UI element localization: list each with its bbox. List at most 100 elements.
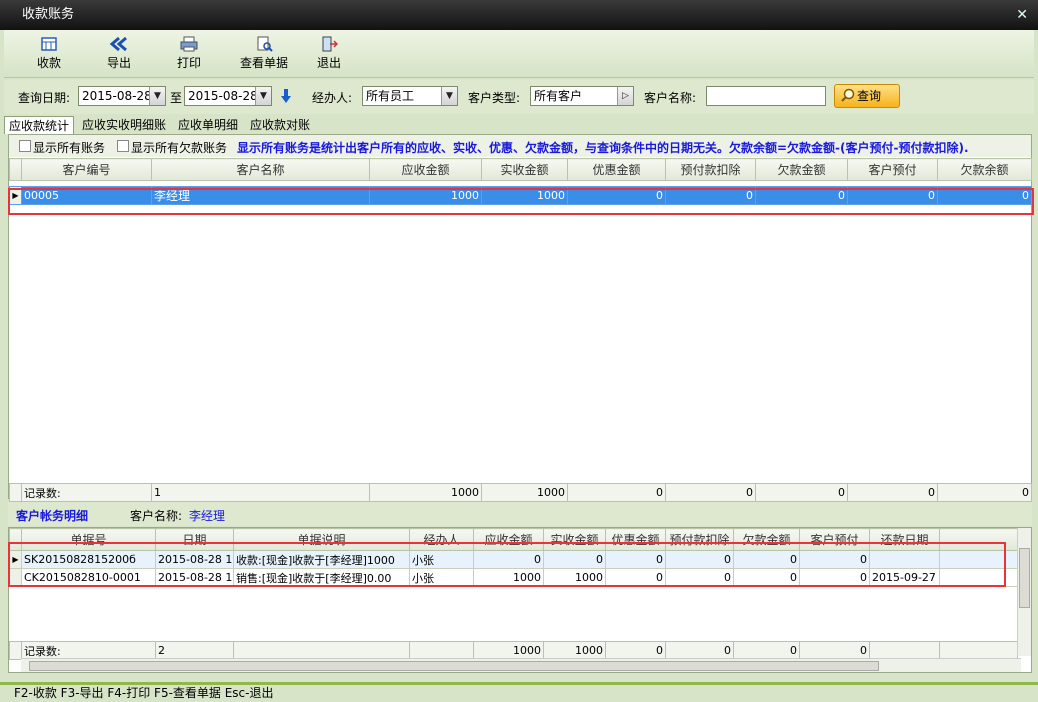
table-row[interactable]: CK2015082810-0001 2015-08-28 15 销售:[现金]收… — [9, 568, 1018, 587]
handler-select[interactable]: 所有员工 ▼ — [362, 86, 458, 106]
cell-doc-no[interactable]: SK2015082815200б — [21, 550, 156, 569]
collect-button[interactable]: 收款 — [24, 34, 74, 74]
main-window: 收款账务 ✕ 收款 导出 打印 查看单据 退出 查询日期: 2015-08-28 — [0, 0, 1038, 702]
customer-name-input[interactable] — [706, 86, 826, 106]
column-header[interactable]: 单据说明 — [233, 528, 410, 551]
cell-discount[interactable]: 0 — [605, 568, 666, 587]
column-header[interactable]: 应收金额 — [473, 528, 544, 551]
scroll-thumb[interactable] — [29, 661, 879, 671]
footer-cell — [233, 641, 410, 660]
cell-prepay-deduct[interactable]: 0 — [665, 186, 756, 205]
column-header[interactable]: 单据号 — [21, 528, 156, 551]
detail-table: 单据号 日期 单据说明 经办人 应收金额 实收金额 优惠金额 预付款扣除 欠款金… — [9, 528, 1018, 587]
cell-customer-name[interactable]: 李经理 — [151, 186, 370, 205]
cell-date[interactable]: 2015-08-28 15 — [155, 550, 234, 569]
cell-description[interactable]: 收款:[现金]收款于[李经理]1000 — [233, 550, 410, 569]
view-document-button[interactable]: 查看单据 — [234, 34, 294, 74]
cell-repay-date[interactable] — [869, 550, 940, 569]
cell-discount[interactable]: 0 — [605, 550, 666, 569]
cell-receivable[interactable]: 1000 — [369, 186, 482, 205]
footer-cell — [869, 641, 940, 660]
cell-receivable[interactable]: 1000 — [473, 568, 544, 587]
cell-balance[interactable]: 0 — [937, 186, 1032, 205]
cell-description[interactable]: 销售:[现金]收款于[李经理]0.00 — [233, 568, 410, 587]
empty-header — [939, 528, 1018, 551]
chevron-right-icon[interactable]: ▷ — [617, 87, 633, 105]
print-button[interactable]: 打印 — [164, 34, 214, 74]
column-header[interactable]: 优惠金额 — [567, 158, 666, 181]
tab-receivable-reconcile[interactable]: 应收款对账 — [246, 116, 314, 134]
column-header[interactable]: 实收金额 — [543, 528, 606, 551]
column-header[interactable]: 应收金额 — [369, 158, 482, 181]
show-all-label: 显示所有账务 — [33, 141, 106, 155]
tab-receivable-detail[interactable]: 应收实收明细账 — [78, 116, 170, 134]
show-all-checkbox[interactable] — [19, 140, 31, 152]
cell-discount[interactable]: 0 — [567, 186, 666, 205]
close-icon[interactable]: ✕ — [1016, 0, 1028, 30]
arrow-down-icon[interactable] — [280, 88, 292, 104]
cell-prepay-deduct[interactable]: 0 — [665, 568, 734, 587]
table-row[interactable]: ▶ SK2015082815200б 2015-08-28 15 收款:[现金]… — [9, 550, 1018, 569]
column-header[interactable]: 欠款余额 — [937, 158, 1032, 181]
cell-receivable[interactable]: 0 — [473, 550, 544, 569]
document-search-icon — [257, 36, 273, 52]
date-from-picker[interactable]: 2015-08-28 ▼ — [78, 86, 166, 106]
column-header[interactable]: 客户编号 — [21, 158, 152, 181]
cell-received[interactable]: 0 — [543, 550, 606, 569]
cell-received[interactable]: 1000 — [481, 186, 568, 205]
column-header[interactable]: 经办人 — [409, 528, 474, 551]
show-owed-checkbox[interactable] — [117, 140, 129, 152]
cell-prepaid[interactable]: 0 — [799, 550, 870, 569]
handler-label: 经办人: — [312, 91, 353, 105]
horizontal-scrollbar[interactable] — [21, 658, 1021, 672]
cell-repay-date[interactable]: 2015-09-27 — [869, 568, 940, 587]
cell-handler[interactable]: 小张 — [409, 550, 474, 569]
column-header[interactable]: 还款日期 — [869, 528, 940, 551]
total-prepay-deduct: 0 — [665, 641, 734, 660]
chevron-down-icon[interactable]: ▼ — [441, 87, 457, 105]
chevron-down-icon[interactable]: ▼ — [255, 87, 271, 105]
total-prepay-deduct: 0 — [665, 483, 756, 502]
footer-cell — [409, 641, 474, 660]
column-header[interactable]: 客户名称 — [151, 158, 370, 181]
cell-doc-no[interactable]: CK2015082810-0001 — [21, 568, 156, 587]
empty-cell — [939, 568, 1018, 587]
row-pointer-icon: ▶ — [9, 550, 22, 569]
cell-owed[interactable]: 0 — [755, 186, 848, 205]
tab-receivable-doc-detail[interactable]: 应收单明细 — [174, 116, 242, 134]
exit-door-icon — [322, 36, 338, 52]
scroll-thumb[interactable] — [1019, 548, 1030, 608]
column-header[interactable]: 实收金额 — [481, 158, 568, 181]
cell-date[interactable]: 2015-08-28 15 — [155, 568, 234, 587]
cell-prepay-deduct[interactable]: 0 — [665, 550, 734, 569]
chevron-down-icon[interactable]: ▼ — [149, 87, 165, 105]
cell-handler[interactable]: 小张 — [409, 568, 474, 587]
column-header[interactable]: 欠款金额 — [733, 528, 800, 551]
detail-header: 客户帐务明细 客户名称: 李经理 — [8, 502, 1032, 526]
to-label: 至 — [170, 91, 183, 105]
query-button[interactable]: 查询 — [834, 84, 900, 108]
export-button[interactable]: 导出 — [94, 34, 144, 74]
cell-customer-id[interactable]: 00005 — [21, 186, 152, 205]
column-header[interactable]: 客户预付 — [799, 528, 870, 551]
column-header[interactable]: 客户预付 — [847, 158, 938, 181]
table-row[interactable]: ▶ 00005 李经理 1000 1000 0 0 0 0 0 — [9, 186, 1032, 205]
column-header[interactable]: 欠款金额 — [755, 158, 848, 181]
date-to-picker[interactable]: 2015-08-28 ▼ — [184, 86, 272, 106]
column-header[interactable]: 优惠金额 — [605, 528, 666, 551]
cell-owed[interactable]: 0 — [733, 550, 800, 569]
exit-button[interactable]: 退出 — [304, 34, 354, 74]
column-header[interactable]: 日期 — [155, 528, 234, 551]
cell-owed[interactable]: 0 — [733, 568, 800, 587]
cell-prepaid[interactable]: 0 — [847, 186, 938, 205]
cell-prepaid[interactable]: 0 — [799, 568, 870, 587]
column-header[interactable]: 预付款扣除 — [665, 528, 734, 551]
cell-received[interactable]: 1000 — [543, 568, 606, 587]
detail-total-row: 记录数: 2 1000 1000 0 0 0 0 — [9, 641, 1018, 660]
vertical-scrollbar[interactable] — [1017, 528, 1031, 656]
total-receivable: 1000 — [473, 641, 544, 660]
column-header[interactable]: 预付款扣除 — [665, 158, 756, 181]
summary-table: 客户编号 客户名称 应收金额 实收金额 优惠金额 预付款扣除 欠款金额 客户预付… — [9, 158, 1032, 205]
customer-type-select[interactable]: 所有客户 ▷ — [530, 86, 634, 106]
tab-receivable-stats[interactable]: 应收款统计 — [4, 116, 75, 134]
